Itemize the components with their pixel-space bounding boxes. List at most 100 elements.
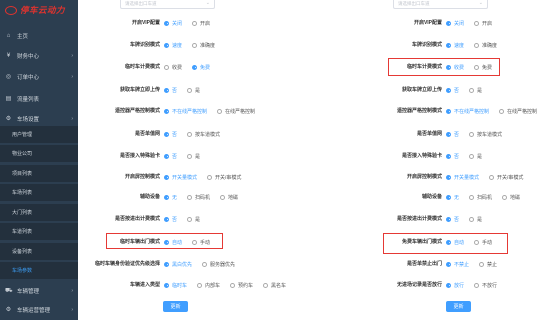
radio-option[interactable]: 不放行 xyxy=(474,282,497,289)
radio-option[interactable]: 是 xyxy=(469,153,482,160)
radio-unchecked-icon[interactable] xyxy=(197,282,203,288)
radio-option[interactable]: 不禁止 xyxy=(446,261,469,268)
radio-option[interactable]: 否 xyxy=(164,153,177,160)
sidebar-subitem[interactable]: 用户管理 xyxy=(0,126,78,143)
radio-unchecked-icon[interactable] xyxy=(207,174,213,180)
radio-checked-icon[interactable] xyxy=(192,64,198,70)
radio-option[interactable]: 是 xyxy=(187,153,200,160)
radio-unchecked-icon[interactable] xyxy=(489,174,495,180)
radio-option[interactable]: 否 xyxy=(446,153,459,160)
radio-unchecked-icon[interactable] xyxy=(192,20,198,26)
radio-unchecked-icon[interactable] xyxy=(502,194,508,200)
sidebar-subitem[interactable]: 车场列表 xyxy=(0,184,78,201)
radio-option[interactable]: 按车道模式 xyxy=(469,131,502,138)
radio-option[interactable]: 无 xyxy=(164,194,177,201)
radio-unchecked-icon[interactable] xyxy=(469,87,475,93)
radio-checked-icon[interactable] xyxy=(164,42,169,48)
radio-option[interactable]: 服务器优先 xyxy=(202,261,235,268)
radio-option[interactable]: 否 xyxy=(446,87,459,94)
sidebar-subitem[interactable]: 车道列表 xyxy=(0,223,78,240)
radio-option[interactable]: 关闭 xyxy=(446,20,464,27)
radio-checked-icon[interactable] xyxy=(446,153,451,159)
radio-option[interactable]: 不在线严格控制 xyxy=(164,108,207,115)
radio-unchecked-icon[interactable] xyxy=(469,131,475,137)
radio-unchecked-icon[interactable] xyxy=(217,108,223,114)
radio-option[interactable]: 在线严格控制 xyxy=(499,108,537,115)
radio-option[interactable]: 地磁 xyxy=(502,194,520,201)
radio-unchecked-icon[interactable] xyxy=(479,261,485,267)
radio-option[interactable]: 不在线严格控制 xyxy=(446,108,489,115)
radio-option[interactable]: 否 xyxy=(164,87,177,94)
radio-unchecked-icon[interactable] xyxy=(230,282,236,288)
radio-checked-icon[interactable] xyxy=(446,131,451,137)
radio-unchecked-icon[interactable] xyxy=(187,194,193,200)
radio-unchecked-icon[interactable] xyxy=(474,42,480,48)
radio-unchecked-icon[interactable] xyxy=(164,64,169,70)
radio-option[interactable]: 是 xyxy=(187,87,200,94)
radio-unchecked-icon[interactable] xyxy=(187,153,193,159)
radio-option[interactable]: 临时车 xyxy=(164,282,187,289)
radio-checked-icon[interactable] xyxy=(446,194,451,200)
radio-option[interactable]: 否 xyxy=(164,131,177,138)
radio-unchecked-icon[interactable] xyxy=(469,194,475,200)
radio-option[interactable]: 是 xyxy=(469,216,482,223)
radio-unchecked-icon[interactable] xyxy=(469,216,475,222)
sidebar-item[interactable]: ▤ 流量列表 xyxy=(0,92,78,106)
radio-checked-icon[interactable] xyxy=(446,108,451,114)
radio-unchecked-icon[interactable] xyxy=(202,261,208,267)
radio-option[interactable]: 放行 xyxy=(446,282,464,289)
radio-checked-icon[interactable] xyxy=(164,153,169,159)
radio-option[interactable]: 否 xyxy=(164,216,177,223)
update-button[interactable]: 更新 xyxy=(163,301,188,312)
radio-option[interactable]: 是 xyxy=(187,216,200,223)
radio-checked-icon[interactable] xyxy=(164,131,169,137)
radio-checked-icon[interactable] xyxy=(446,261,451,267)
radio-checked-icon[interactable] xyxy=(446,20,451,26)
sidebar-item[interactable]: ¥ 财务中心 › xyxy=(0,49,78,63)
radio-option[interactable]: 开关量模式 xyxy=(446,174,479,181)
radio-option[interactable]: 预约车 xyxy=(230,282,253,289)
radio-option[interactable]: 开启 xyxy=(474,20,492,27)
radio-checked-icon[interactable] xyxy=(446,282,451,288)
lane-select[interactable]: 请选择出口车道 ⌄ xyxy=(120,0,215,9)
radio-checked-icon[interactable] xyxy=(446,42,451,48)
radio-checked-icon[interactable] xyxy=(164,174,169,180)
radio-checked-icon[interactable] xyxy=(164,282,169,288)
radio-option[interactable]: 扫码机 xyxy=(469,194,492,201)
radio-option[interactable]: 按车道模式 xyxy=(187,131,220,138)
radio-option[interactable]: 开启 xyxy=(192,20,210,27)
radio-unchecked-icon[interactable] xyxy=(187,216,193,222)
radio-option[interactable]: 速度 xyxy=(446,42,464,49)
radio-unchecked-icon[interactable] xyxy=(474,20,480,26)
radio-unchecked-icon[interactable] xyxy=(187,131,193,137)
sidebar-item[interactable]: ⚙ 车场设置 › xyxy=(0,112,78,126)
radio-checked-icon[interactable] xyxy=(164,216,169,222)
radio-option[interactable]: 扫码机 xyxy=(187,194,210,201)
radio-option[interactable]: 准确度 xyxy=(474,42,497,49)
radio-checked-icon[interactable] xyxy=(164,261,169,267)
radio-option[interactable]: 黑名车 xyxy=(263,282,286,289)
radio-option[interactable]: 开关/串模式 xyxy=(489,174,523,181)
radio-checked-icon[interactable] xyxy=(446,174,451,180)
sidebar-subitem[interactable]: 车场参数 xyxy=(0,262,78,279)
radio-unchecked-icon[interactable] xyxy=(263,282,269,288)
radio-option[interactable]: 无 xyxy=(446,194,459,201)
radio-option[interactable]: 地磁 xyxy=(220,194,238,201)
radio-option[interactable]: 是 xyxy=(469,87,482,94)
radio-option[interactable]: 开关量模式 xyxy=(164,174,197,181)
radio-checked-icon[interactable] xyxy=(164,194,169,200)
radio-option[interactable]: 禁止 xyxy=(479,261,497,268)
sidebar-item[interactable]: ⚙ 车辆运营管理 › xyxy=(0,303,78,317)
radio-option[interactable]: 开关/串模式 xyxy=(207,174,241,181)
radio-checked-icon[interactable] xyxy=(164,108,169,114)
radio-option[interactable]: 收费 xyxy=(164,64,182,71)
radio-option[interactable]: 免费 xyxy=(192,64,210,71)
radio-option[interactable]: 否 xyxy=(446,131,459,138)
radio-unchecked-icon[interactable] xyxy=(220,194,226,200)
radio-unchecked-icon[interactable] xyxy=(187,87,193,93)
radio-option[interactable]: 速度 xyxy=(164,42,182,49)
radio-unchecked-icon[interactable] xyxy=(474,282,480,288)
radio-option[interactable]: 黑白优先 xyxy=(164,261,192,268)
radio-option[interactable]: 内部车 xyxy=(197,282,220,289)
radio-unchecked-icon[interactable] xyxy=(192,42,198,48)
